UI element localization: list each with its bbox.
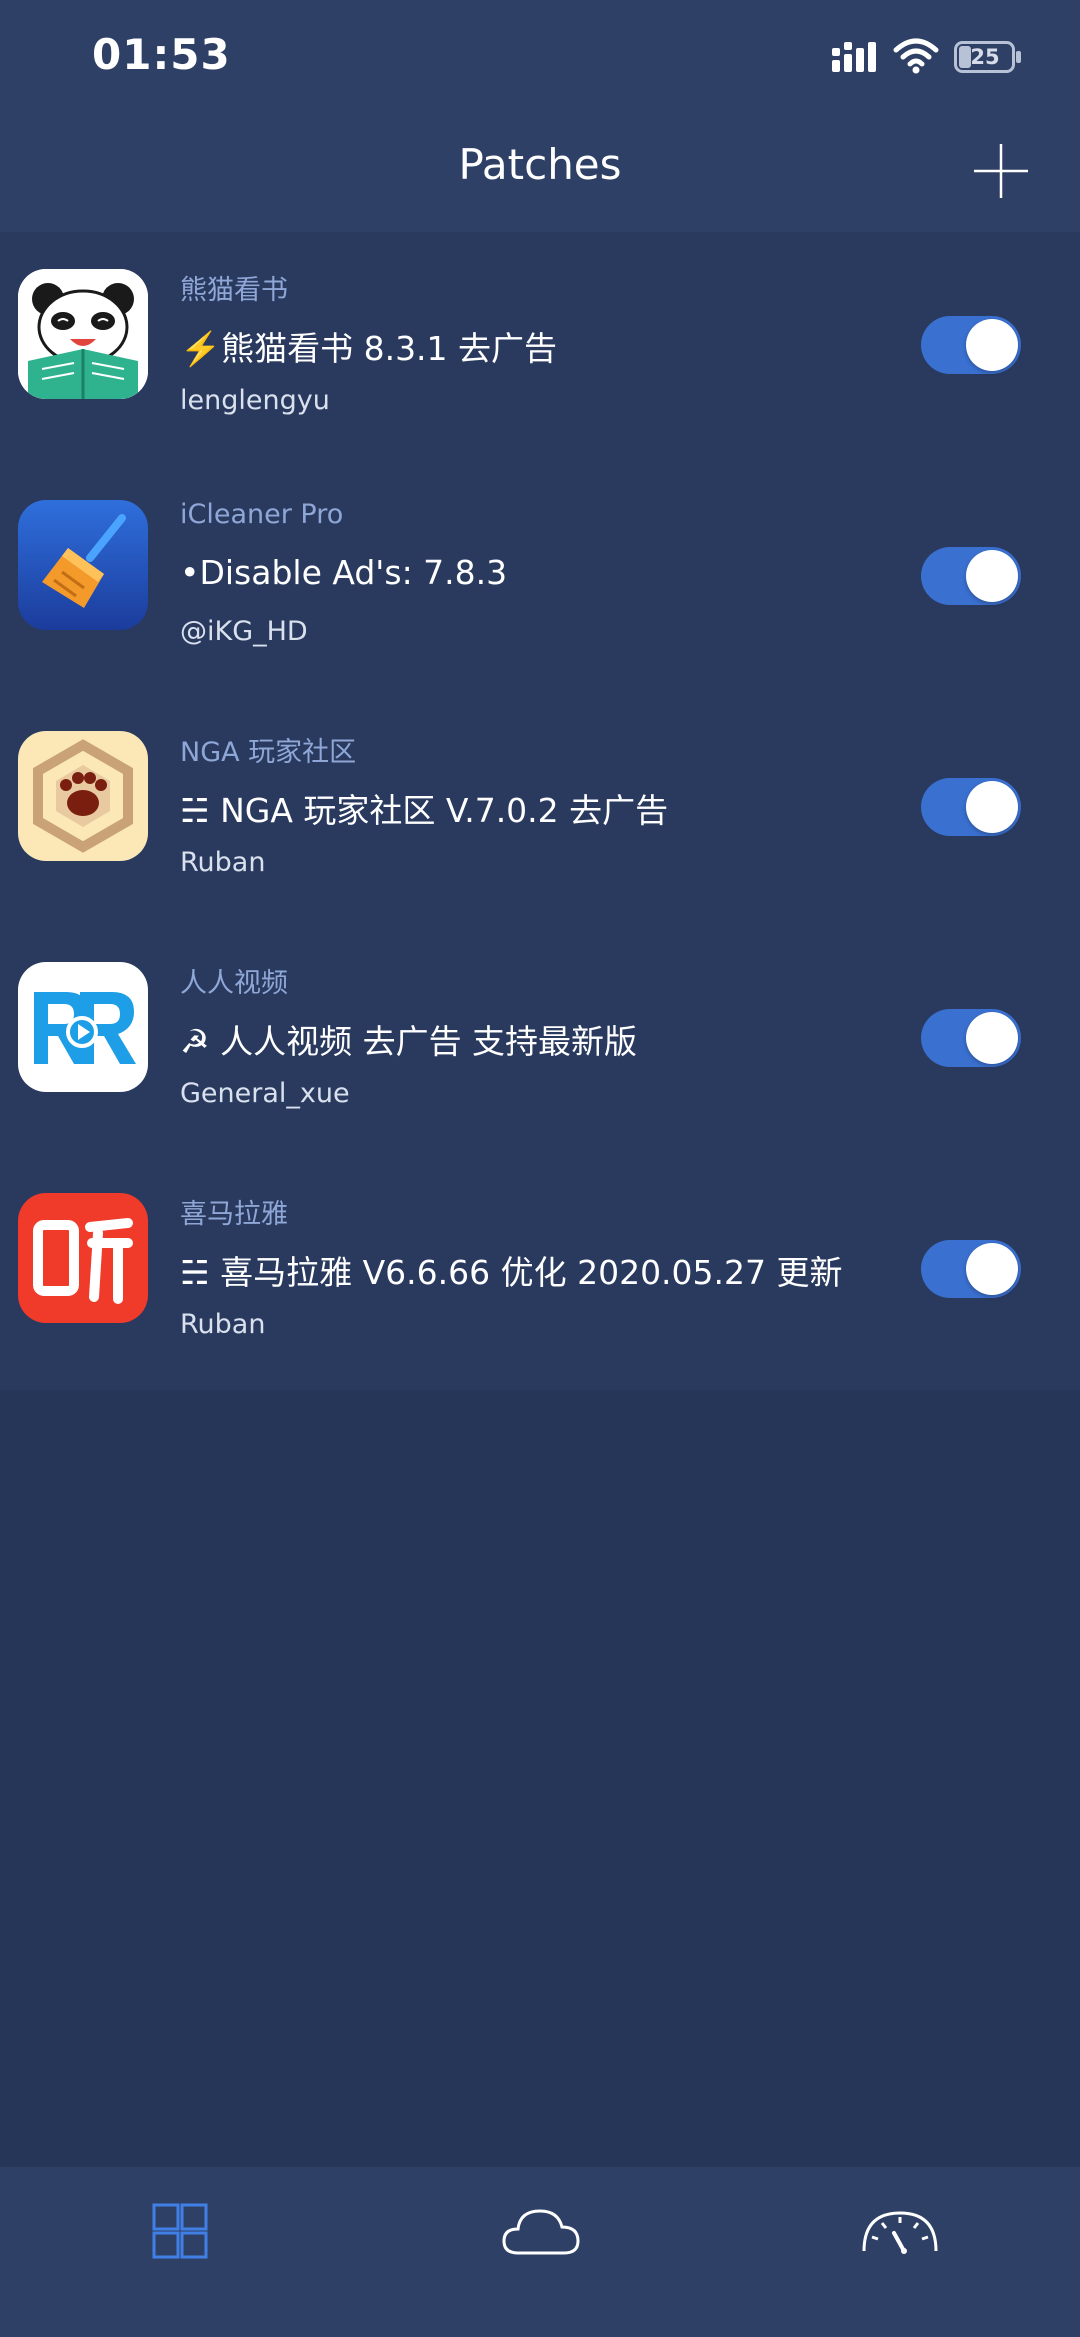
app-name: NGA 玩家社区 [180, 737, 357, 768]
app-name: 人人视频 [180, 968, 288, 999]
patch-row-icleaner[interactable]: iCleaner Pro •Disable Ad's: 7.8.3 @iKG_H… [0, 463, 1080, 694]
tab-patches[interactable] [130, 2181, 230, 2281]
patch-row-nga[interactable]: NGA 玩家社区 ☵ NGA 玩家社区 V.7.0.2 去广告 Ruban [0, 694, 1080, 925]
patch-author: Ruban [180, 847, 266, 878]
patch-author: General_xue [180, 1078, 350, 1109]
toggle-knob [966, 550, 1018, 602]
battery-level: 25 [970, 45, 1000, 69]
patch-toggle[interactable] [921, 547, 1021, 605]
screen: 01:53 25 Patches 熊猫看书 ⚡️熊猫看书 8.3.1 去广告 l… [0, 0, 1080, 2337]
patch-list: 熊猫看书 ⚡️熊猫看书 8.3.1 去广告 lenglengyu iCleane… [0, 232, 1080, 1390]
plus-icon[interactable] [972, 142, 1030, 200]
patch-title: ☵ NGA 玩家社区 V.7.0.2 去广告 [180, 791, 669, 830]
page-title: Patches [458, 140, 622, 189]
top-bar: 01:53 25 Patches [0, 0, 1080, 232]
patch-toggle[interactable] [921, 1240, 1021, 1298]
status-time: 01:53 [92, 30, 231, 79]
toggle-knob [966, 319, 1018, 371]
patch-toggle[interactable] [921, 1009, 1021, 1067]
toggle-knob [966, 1012, 1018, 1064]
app-name: 熊猫看书 [180, 275, 288, 306]
cloud-icon [502, 2209, 580, 2255]
toggle-knob [966, 1243, 1018, 1295]
patch-toggle[interactable] [921, 316, 1021, 374]
tab-cloud[interactable] [490, 2181, 590, 2281]
rr-play-icon [18, 962, 148, 1092]
patch-title: ☵ 喜马拉雅 V6.6.66 优化 2020.05.27 更新 [180, 1253, 843, 1292]
patch-title: ⚡️熊猫看书 8.3.1 去广告 [180, 329, 558, 368]
speedometer-icon [862, 2211, 938, 2254]
patch-row-panda[interactable]: 熊猫看书 ⚡️熊猫看书 8.3.1 去广告 lenglengyu [0, 232, 1080, 463]
toggle-knob [966, 781, 1018, 833]
tab-speed[interactable] [850, 2181, 950, 2281]
patch-author: Ruban [180, 1309, 266, 1340]
app-name: iCleaner Pro [180, 499, 344, 530]
app-name: 喜马拉雅 [180, 1199, 288, 1230]
patch-title: •Disable Ad's: 7.8.3 [180, 553, 508, 592]
patch-row-renren[interactable]: 人人视频 ☭ 人人视频 去广告 支持最新版 General_xue [0, 925, 1080, 1156]
broom-icon [18, 500, 148, 630]
bear-paw-icon [18, 731, 148, 861]
patch-title: ☭ 人人视频 去广告 支持最新版 [180, 1022, 638, 1061]
patch-toggle[interactable] [921, 778, 1021, 836]
wifi-icon [893, 38, 939, 74]
ting-icon [18, 1193, 148, 1323]
panda-reading-icon [18, 269, 148, 399]
cellular-signal-icon [832, 42, 876, 72]
patch-author: @iKG_HD [180, 616, 308, 647]
grid-icon [152, 2203, 208, 2259]
patch-author: lenglengyu [180, 385, 330, 416]
tab-bar [0, 2167, 1080, 2337]
patch-row-ximalaya[interactable]: 喜马拉雅 ☵ 喜马拉雅 V6.6.66 优化 2020.05.27 更新 Rub… [0, 1156, 1080, 1387]
